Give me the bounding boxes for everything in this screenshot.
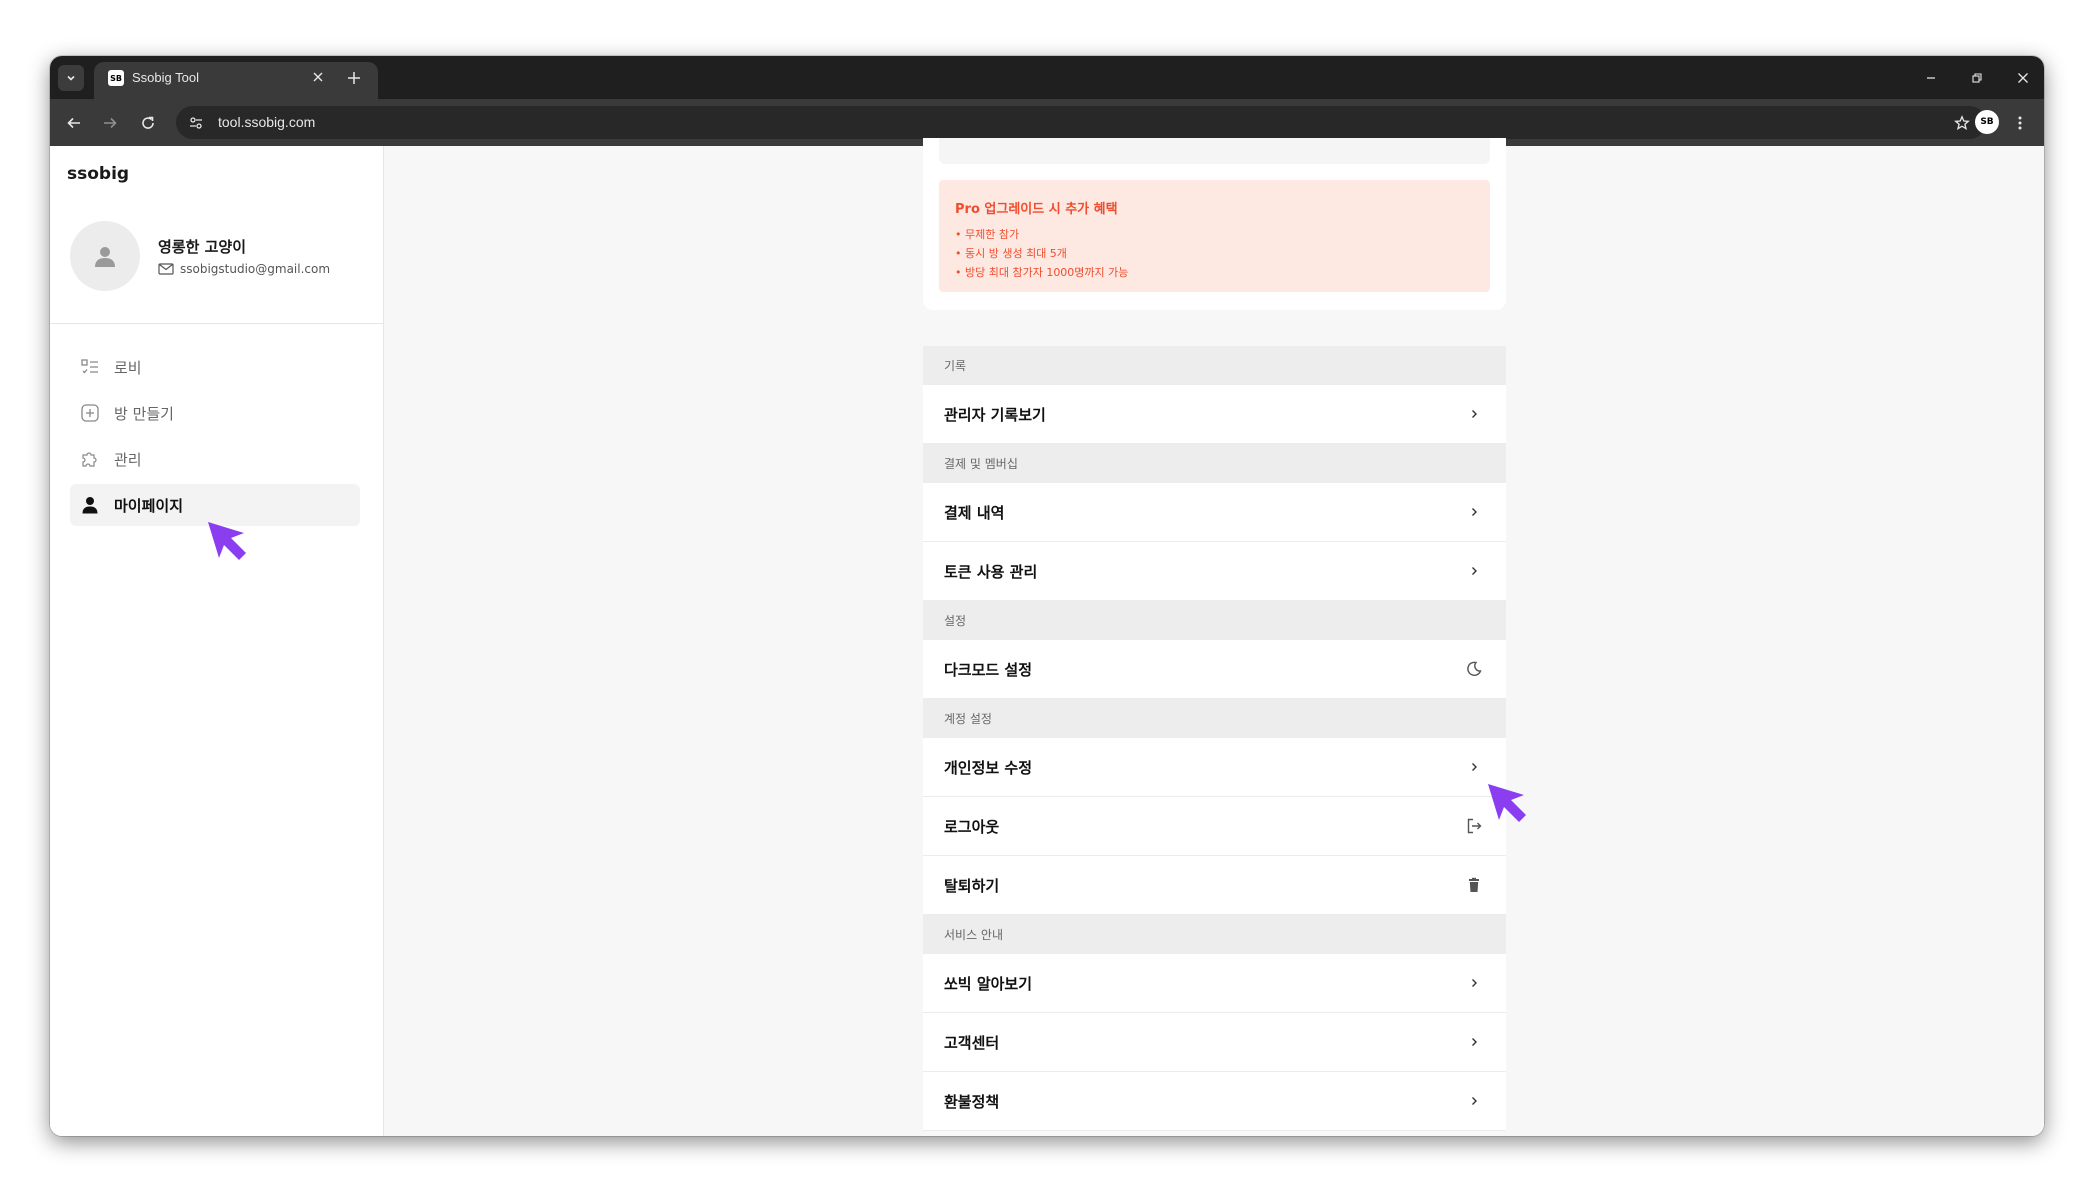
menu-row-label: 다크모드 설정 — [944, 660, 1033, 679]
close-icon — [313, 72, 323, 82]
user-icon — [95, 247, 115, 267]
menu-row-label: 로그아웃 — [944, 817, 1000, 836]
menu-row-label: 관리자 기록보기 — [944, 405, 1046, 424]
profile-card: 영롱한 고양이 ssobigstudio@gmail.com — [50, 206, 383, 324]
sidebar-item-label: 마이페이지 — [114, 496, 184, 515]
plus-icon — [348, 72, 360, 84]
chevron-right-icon — [1464, 1032, 1484, 1052]
section-header-account: 계정 설정 — [923, 699, 1506, 738]
back-button[interactable] — [62, 111, 86, 135]
close-icon — [2018, 73, 2028, 83]
bookmark-button[interactable] — [1950, 111, 1974, 135]
section-header-service: 서비스 안내 — [923, 915, 1506, 954]
trash-icon — [1464, 875, 1484, 895]
profile-button[interactable]: SB — [1975, 110, 1999, 134]
menu-row-refund-policy[interactable]: 환불정책 — [923, 1072, 1506, 1131]
browser-menu-button[interactable] — [2010, 111, 2030, 135]
arrow-left-icon — [67, 117, 80, 129]
url-text: tool.ssobig.com — [218, 114, 316, 130]
list-icon — [81, 359, 98, 374]
cursor-arrow-icon — [208, 522, 246, 560]
sidebar-item-label: 방 만들기 — [114, 404, 174, 423]
section-header-records: 기록 — [923, 346, 1506, 385]
pro-benefit-item: • 방당 최대 참가자 1000명까지 가능 — [955, 266, 1129, 279]
new-tab-button[interactable] — [342, 66, 366, 90]
menu-row-label: 개인정보 수정 — [944, 758, 1033, 777]
profile-email-line: ssobigstudio@gmail.com — [158, 262, 330, 276]
minimize-button[interactable] — [1920, 68, 1942, 88]
browser-window: SB Ssobig Tool tool.ssobig.com SB ssobig… — [50, 56, 2044, 1136]
chevron-right-icon — [1464, 973, 1484, 993]
mail-icon — [158, 263, 174, 275]
section-header-settings: 설정 — [923, 601, 1506, 640]
sidebar-item-label: 로비 — [114, 358, 142, 377]
restore-icon — [1972, 73, 1982, 83]
menu-row-label: 쏘빅 알아보기 — [944, 974, 1033, 993]
sidebar-item-create-room[interactable]: 방 만들기 — [70, 392, 360, 434]
more-vertical-icon — [2018, 116, 2022, 130]
menu-row-delete-account[interactable]: 탈퇴하기 — [923, 856, 1506, 915]
menu-row-dark-mode[interactable]: 다크모드 설정 — [923, 640, 1506, 699]
menu-row-about-ssobig[interactable]: 쏘빅 알아보기 — [923, 954, 1506, 1013]
sidebar-item-manage[interactable]: 관리 — [70, 438, 360, 480]
forward-button[interactable] — [98, 111, 122, 135]
cursor-arrow-icon — [1488, 784, 1526, 822]
star-icon — [1954, 115, 1970, 130]
reload-button[interactable] — [136, 111, 160, 135]
chevron-right-icon — [1464, 757, 1484, 777]
menu-row-admin-records[interactable]: 관리자 기록보기 — [923, 385, 1506, 444]
tab-title: Ssobig Tool — [132, 70, 199, 85]
reload-icon — [142, 116, 154, 129]
pro-benefit-item: • 무제한 참가 — [955, 228, 1020, 241]
menu-row-label: 토큰 사용 관리 — [944, 562, 1038, 581]
mypage-main: Pro 업그레이드 시 추가 혜택 • 무제한 참가 • 동시 방 생성 최대 … — [923, 138, 1506, 1136]
sidebar-item-lobby[interactable]: 로비 — [70, 346, 360, 388]
chevron-right-icon — [1464, 404, 1484, 424]
pro-upgrade-title: Pro 업그레이드 시 추가 혜택 — [955, 202, 1118, 217]
tune-icon — [190, 117, 202, 129]
tab-close-button[interactable] — [308, 67, 328, 87]
chevron-right-icon — [1464, 502, 1484, 522]
page-content: ssobig 영롱한 고양이 ssobigstudio@gmail.com 로비 — [50, 138, 2044, 1136]
menu-row-label: 환불정책 — [944, 1092, 1000, 1111]
menu-row-customer-center[interactable]: 고객센터 — [923, 1013, 1506, 1072]
minimize-icon — [1927, 77, 1935, 79]
puzzle-icon — [82, 452, 97, 467]
moon-icon[interactable] — [1464, 659, 1484, 679]
menu-row-payment-history[interactable]: 결제 내역 — [923, 483, 1506, 542]
site-info-button[interactable] — [184, 111, 208, 135]
close-window-button[interactable] — [2012, 68, 2034, 88]
menu-row-token-usage[interactable]: 토큰 사용 관리 — [923, 542, 1506, 601]
brand-logo[interactable]: ssobig — [67, 164, 129, 184]
profile-name: 영롱한 고양이 — [158, 238, 247, 256]
section-header-payment: 결제 및 멤버십 — [923, 444, 1506, 483]
profile-email: ssobigstudio@gmail.com — [180, 262, 331, 276]
menu-row-label: 고객센터 — [944, 1033, 1000, 1052]
plan-card-top-field — [939, 138, 1490, 164]
sidebar-nav: 로비 방 만들기 관리 마이페이지 — [70, 346, 360, 530]
pro-benefit-item: • 동시 방 생성 최대 5개 — [955, 247, 1067, 260]
menu-row-label: 탈퇴하기 — [944, 876, 1000, 895]
menu-row-label: 결제 내역 — [944, 503, 1005, 522]
tab-bar: SB Ssobig Tool — [50, 56, 2044, 99]
plus-square-icon — [81, 404, 99, 422]
logout-icon — [1464, 816, 1484, 836]
address-bar[interactable]: tool.ssobig.com — [176, 106, 1986, 139]
favicon-icon: SB — [108, 70, 124, 86]
restore-button[interactable] — [1966, 68, 1988, 88]
sidebar-item-label: 관리 — [114, 450, 142, 469]
chevron-right-icon — [1464, 561, 1484, 581]
tab-search-button[interactable] — [58, 65, 84, 91]
menu-row-logout[interactable]: 로그아웃 — [923, 797, 1506, 856]
plan-card: Pro 업그레이드 시 추가 혜택 • 무제한 참가 • 동시 방 생성 최대 … — [923, 138, 1506, 310]
arrow-right-icon — [104, 117, 117, 129]
avatar — [70, 221, 140, 291]
user-icon — [82, 497, 98, 514]
chevron-down-icon — [67, 75, 75, 81]
sidebar: ssobig 영롱한 고양이 ssobigstudio@gmail.com 로비 — [50, 146, 384, 1136]
pro-upgrade-banner: Pro 업그레이드 시 추가 혜택 • 무제한 참가 • 동시 방 생성 최대 … — [939, 180, 1490, 292]
menu-row-edit-profile[interactable]: 개인정보 수정 — [923, 738, 1506, 797]
settings-menu: 기록 관리자 기록보기 결제 및 멤버십 결제 내역 토큰 사용 관리 설정 다… — [923, 346, 1506, 1131]
chevron-right-icon — [1464, 1091, 1484, 1111]
